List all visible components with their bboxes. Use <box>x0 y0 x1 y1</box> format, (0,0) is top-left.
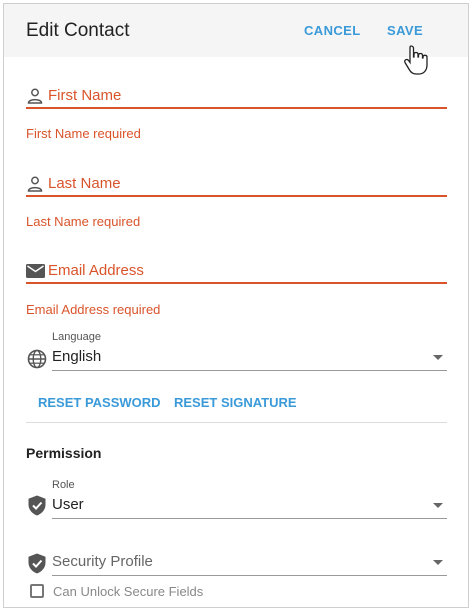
person-icon <box>27 88 43 104</box>
chevron-down-icon <box>433 560 443 565</box>
shield-check-icon <box>28 495 46 516</box>
shield-check-icon <box>28 553 46 574</box>
reset-password-button[interactable]: RESET PASSWORD <box>38 395 161 410</box>
globe-icon <box>27 349 47 369</box>
edit-contact-dialog: Edit Contact CANCEL SAVE First Name Firs… <box>3 3 469 608</box>
chevron-down-icon <box>433 503 443 508</box>
email-underline <box>26 282 447 284</box>
dialog-header: Edit Contact CANCEL SAVE <box>4 4 468 57</box>
last-name-label: Last Name <box>48 175 121 192</box>
security-profile-select[interactable]: Security Profile <box>52 549 447 577</box>
last-name-error: Last Name required <box>26 214 141 229</box>
can-unlock-label: Can Unlock Secure Fields <box>53 584 204 599</box>
role-label: Role <box>52 479 75 491</box>
first-name-field[interactable]: First Name <box>26 84 447 110</box>
email-field[interactable]: Email Address <box>26 259 447 285</box>
chevron-down-icon <box>433 355 443 360</box>
first-name-error: First Name required <box>26 126 141 141</box>
security-profile-placeholder: Security Profile <box>52 553 153 570</box>
role-underline <box>52 518 447 519</box>
person-icon <box>27 176 43 192</box>
cancel-button[interactable]: CANCEL <box>304 23 361 38</box>
language-value: English <box>52 348 102 365</box>
save-button[interactable]: SAVE <box>387 23 423 38</box>
can-unlock-checkbox[interactable] <box>30 584 44 598</box>
language-label: Language <box>52 331 101 343</box>
section-divider <box>26 422 447 423</box>
reset-signature-button[interactable]: RESET SIGNATURE <box>174 395 297 410</box>
language-underline <box>52 370 447 371</box>
email-error: Email Address required <box>26 302 161 317</box>
last-name-underline <box>26 195 447 197</box>
role-value: User <box>52 496 84 513</box>
email-label: Email Address <box>48 262 144 279</box>
first-name-label: First Name <box>48 87 122 104</box>
envelope-icon <box>26 264 45 278</box>
security-profile-underline <box>52 575 447 576</box>
last-name-field[interactable]: Last Name <box>26 172 447 198</box>
hand-pointer-icon <box>404 45 428 75</box>
dialog-title: Edit Contact <box>26 20 130 41</box>
first-name-underline <box>26 107 447 109</box>
permission-heading: Permission <box>26 445 102 461</box>
role-select[interactable]: Role User <box>52 477 447 519</box>
language-select[interactable]: Language English <box>52 329 447 371</box>
